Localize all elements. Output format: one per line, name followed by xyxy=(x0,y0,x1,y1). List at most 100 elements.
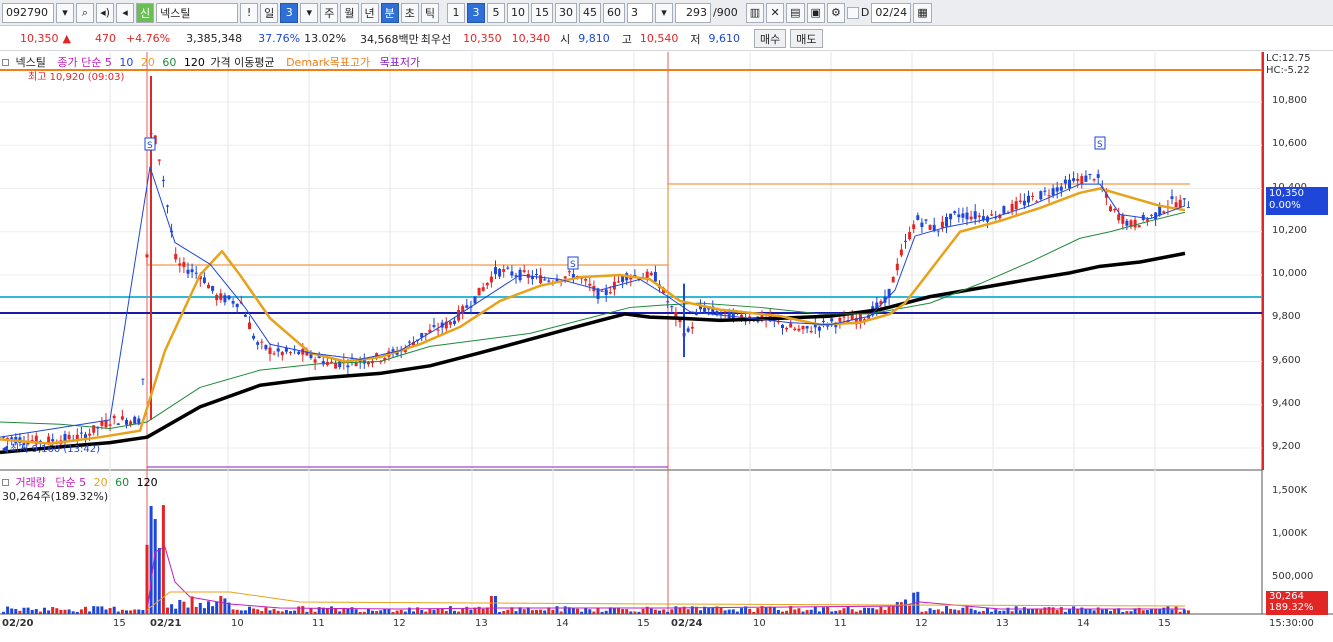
interval-5-button[interactable]: 5 xyxy=(487,2,505,23)
chart-area[interactable]: SSS 넥스틸 종가 단순 5 10 20 60 120 가격 이동평균 Dem… xyxy=(0,52,1333,639)
last-volume-tag-pct: 189.32% xyxy=(1269,602,1314,613)
speaker-icon[interactable]: ◂) xyxy=(96,2,114,23)
interval-15-button[interactable]: 15 xyxy=(531,2,553,23)
volume-bar xyxy=(1166,606,1170,614)
warning-button[interactable]: ! xyxy=(240,2,259,23)
candle-body xyxy=(1137,225,1141,228)
interval-30-button[interactable]: 30 xyxy=(555,2,577,23)
volume-bar xyxy=(424,611,428,614)
tools-icon[interactable]: ✕ xyxy=(766,2,785,23)
legend-box-icon[interactable] xyxy=(2,479,9,486)
volume-bar xyxy=(764,607,768,614)
search-icon[interactable]: ⌕ xyxy=(76,2,94,23)
volume-bar xyxy=(707,607,711,614)
stock-code-input[interactable]: 092790 xyxy=(2,2,54,23)
vol-ma120-legend[interactable]: 120 xyxy=(137,476,158,489)
volume-bar xyxy=(899,602,903,614)
interval-input[interactable]: 3 xyxy=(627,2,653,23)
candle-body xyxy=(805,326,809,329)
interval-1-button[interactable]: 1 xyxy=(447,2,465,23)
price-chart-svg[interactable]: S S S xyxy=(0,52,1333,639)
candle-body xyxy=(604,289,608,295)
volume-bar xyxy=(641,608,645,614)
calendar-icon[interactable]: ▦ xyxy=(913,2,932,23)
volume-bar xyxy=(986,607,989,614)
candle-body xyxy=(1178,199,1182,208)
candle-body xyxy=(268,347,272,354)
volume-bar xyxy=(633,611,637,614)
volume-bar xyxy=(469,609,473,614)
candle-body xyxy=(908,232,912,240)
period-second-button[interactable]: 초 xyxy=(400,2,419,23)
volume-bar xyxy=(772,607,776,614)
interval-10-button[interactable]: 10 xyxy=(507,2,529,23)
layout-icon[interactable]: ▤ xyxy=(786,2,805,23)
volume-bar xyxy=(166,607,169,614)
candle-body xyxy=(465,305,469,308)
candle-body xyxy=(563,276,567,279)
legend-box-icon[interactable] xyxy=(2,59,9,66)
candle-body xyxy=(219,293,223,300)
volume-value: 3,385,348 xyxy=(186,32,243,45)
volume-bar xyxy=(399,609,403,614)
interval-dropdown-button[interactable]: ▾ xyxy=(655,2,673,23)
volume-bar xyxy=(731,609,735,614)
volume-bar xyxy=(908,605,912,614)
period-day-button[interactable]: 일 xyxy=(260,2,279,23)
vol-ma60-legend[interactable]: 60 xyxy=(115,476,129,489)
interval-3-button[interactable]: 3 xyxy=(467,2,485,23)
volume-bar xyxy=(47,610,51,614)
ma120-legend[interactable]: 120 xyxy=(184,56,205,69)
volume-bar xyxy=(1109,611,1112,614)
candle-body xyxy=(694,314,698,316)
candle-body xyxy=(945,217,948,227)
volume-bar xyxy=(461,608,465,614)
interval-60-button[interactable]: 60 xyxy=(603,2,625,23)
buy-button[interactable]: 매수 xyxy=(754,29,787,48)
candle-body xyxy=(797,328,801,331)
interval-45-button[interactable]: 45 xyxy=(579,2,601,23)
save-icon[interactable]: ▣ xyxy=(806,2,825,23)
volume-bar xyxy=(1059,607,1063,614)
candle-body xyxy=(289,352,292,354)
max-price-label: 최고 10,920 (09:03) xyxy=(28,72,125,83)
prev-button[interactable]: ◂ xyxy=(116,2,134,23)
toolbar: 092790 ▾ ⌕ ◂) ◂ 신 넥스틸 ! 일 3 ▾ 주 월 년 분 초 … xyxy=(0,0,1333,26)
stock-name-field[interactable]: 넥스틸 xyxy=(156,2,239,23)
demark-high-legend[interactable]: Demark목표고가 xyxy=(286,56,370,69)
demark-low-legend[interactable]: 목표저가 xyxy=(380,56,420,69)
period-year-button[interactable]: 년 xyxy=(360,2,379,23)
candle-body xyxy=(785,328,789,330)
code-dropdown-button[interactable]: ▾ xyxy=(56,2,74,23)
period-dropdown-button[interactable]: ▾ xyxy=(300,2,319,23)
volume-bar xyxy=(1031,608,1035,614)
candle-body xyxy=(686,328,690,332)
count-input[interactable]: 293 xyxy=(675,2,711,23)
price-ma-legend[interactable]: 가격 이동평균 xyxy=(210,56,274,69)
gear-icon[interactable]: ⚙ xyxy=(826,2,845,23)
date-checkbox[interactable] xyxy=(846,6,859,19)
last-price-tag-pct: 0.00% xyxy=(1269,200,1301,211)
candle-body xyxy=(453,320,456,324)
period-minute-button[interactable]: 분 xyxy=(380,2,399,23)
period-tick-button[interactable]: 틱 xyxy=(420,2,439,23)
ma60-legend[interactable]: 60 xyxy=(162,56,176,69)
time-axis-tick: 11 xyxy=(312,618,325,629)
chart-type-icon[interactable]: ▥ xyxy=(745,2,765,23)
candle-body xyxy=(88,433,92,436)
volume-bar xyxy=(6,606,10,614)
sell-button[interactable]: 매도 xyxy=(790,29,823,48)
candle-body xyxy=(338,361,342,368)
ma20-legend[interactable]: 20 xyxy=(141,56,155,69)
period-week-button[interactable]: 주 xyxy=(320,2,339,23)
volume-bar xyxy=(26,607,30,614)
period-month-button[interactable]: 월 xyxy=(340,2,359,23)
volume-bar xyxy=(965,606,969,614)
candle-body xyxy=(670,306,674,308)
price-axis-tick: 9,600 xyxy=(1272,354,1301,366)
date-input[interactable]: 02/24 xyxy=(871,2,912,23)
volume-bar xyxy=(170,604,174,614)
price-axis-tick: 9,200 xyxy=(1272,441,1301,452)
period-number-button[interactable]: 3 xyxy=(280,2,299,23)
volume-bar xyxy=(104,609,108,614)
